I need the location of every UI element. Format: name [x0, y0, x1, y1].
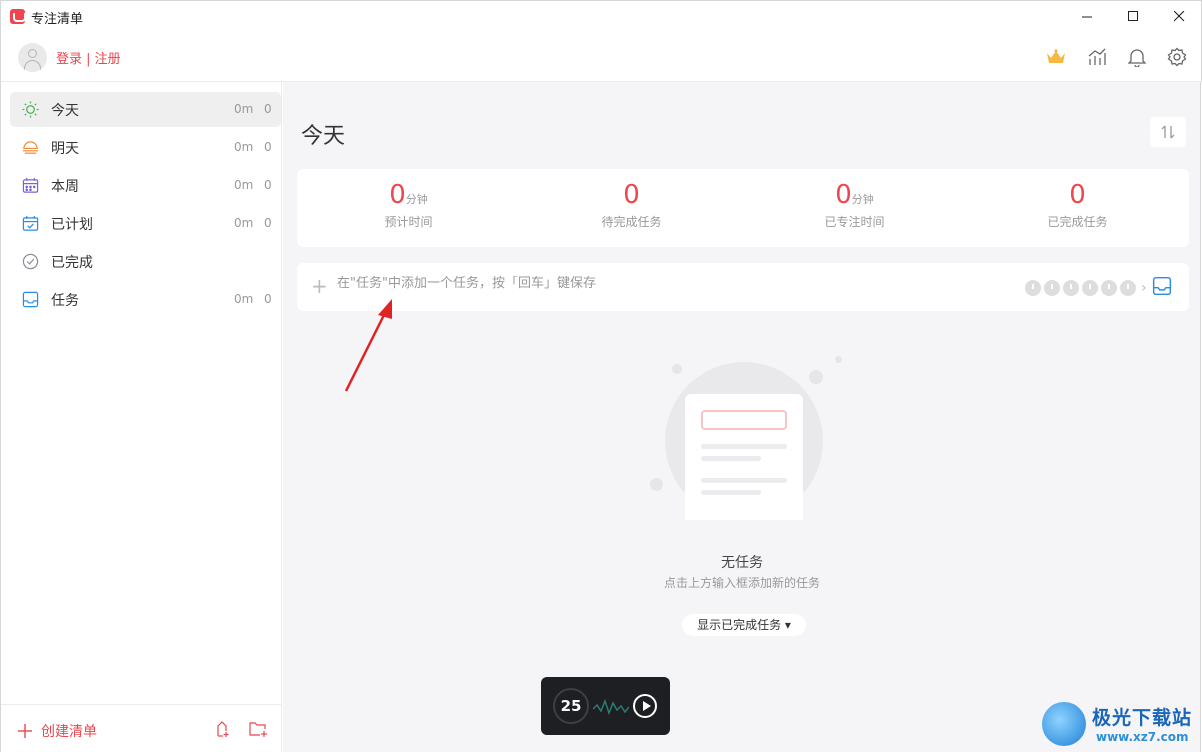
close-button[interactable]	[1156, 1, 1202, 32]
add-task-bar: + ›	[297, 263, 1189, 311]
pomodoro-icon[interactable]	[1082, 280, 1098, 296]
add-task-input[interactable]	[337, 276, 957, 291]
show-completed-button[interactable]: 显示已完成任务 ▾	[682, 614, 806, 636]
empty-subtitle: 点击上方输入框添加新的任务	[663, 576, 820, 590]
sidebar-item-tasks[interactable]: 任务 0m 0	[10, 282, 281, 317]
sidebar-item-label: 今天	[51, 103, 79, 119]
sort-button[interactable]	[1150, 117, 1186, 147]
list-select-button[interactable]	[1152, 276, 1174, 298]
add-folder-button[interactable]	[248, 720, 268, 742]
sun-icon	[22, 101, 39, 118]
sidebar-item-time: 0m	[234, 102, 254, 116]
plus-icon	[18, 724, 32, 738]
stat-pending-tasks: 0 待完成任务	[601, 180, 662, 229]
sidebar-item-count: 0	[264, 140, 272, 154]
title-bar: 专注清单	[0, 0, 1202, 31]
sunset-icon	[22, 141, 39, 154]
minimize-button[interactable]	[1064, 1, 1110, 32]
sidebar-item-label: 任务	[51, 293, 79, 309]
minimize-icon	[1081, 16, 1092, 18]
login-register-link[interactable]: 登录 | 注册	[56, 48, 121, 67]
sidebar-item-planned[interactable]: 已计划 0m 0	[10, 206, 281, 241]
close-icon	[1173, 11, 1184, 22]
app-header: 登录 | 注册	[0, 31, 1202, 82]
watermark-url: www.xz7.com	[1096, 730, 1189, 744]
pomodoro-icon[interactable]	[1063, 280, 1079, 296]
sidebar-item-count: 0	[264, 292, 272, 306]
sidebar-item-label: 明天	[51, 141, 79, 157]
stat-estimated-time: 0分钟 预计时间	[384, 180, 433, 229]
stats-panel: 0分钟 预计时间 0 待完成任务 0分钟 已专注时间 0 已完成任务	[297, 169, 1189, 247]
waveform-icon	[593, 698, 629, 716]
pomodoro-icon[interactable]	[1044, 280, 1060, 296]
sidebar-item-count: 0	[264, 102, 272, 116]
pomodoro-timer-widget[interactable]: 25	[541, 677, 670, 735]
app-logo-icon	[10, 9, 26, 24]
sidebar-item-tomorrow[interactable]: 明天 0m 0	[10, 130, 281, 165]
stat-focused-time: 0分钟 已专注时间	[824, 180, 885, 229]
crown-icon[interactable]	[1044, 45, 1068, 69]
sidebar-item-count: 0	[264, 178, 272, 192]
calendar-check-icon	[22, 215, 39, 231]
plus-icon: +	[311, 274, 328, 298]
sidebar-item-today[interactable]: 今天 0m 0	[10, 92, 281, 127]
decor-bubble	[672, 364, 682, 374]
add-tag-icon	[217, 721, 229, 737]
page-title: 今天	[301, 124, 346, 149]
add-tag-button[interactable]	[213, 720, 231, 742]
statistics-icon[interactable]	[1085, 45, 1109, 69]
sidebar-item-label: 已完成	[51, 255, 93, 271]
sidebar-item-time: 0m	[234, 140, 254, 154]
sidebar-item-time: 0m	[234, 178, 254, 192]
empty-title: 无任务	[721, 555, 763, 571]
pomodoro-icon[interactable]	[1101, 280, 1117, 296]
sidebar-item-time: 0m	[234, 292, 254, 306]
bell-icon[interactable]	[1125, 45, 1149, 69]
avatar[interactable]	[18, 43, 47, 72]
annotation-arrow-icon	[344, 299, 392, 392]
main-panel: 今天 0分钟 预计时间 0 待完成任务 0分钟 已专注时间 0 已完成任务 +	[283, 82, 1201, 752]
decor-bubble	[650, 478, 663, 491]
maximize-icon	[1127, 11, 1138, 21]
pomodoro-icon[interactable]	[1120, 280, 1136, 296]
app-title: 专注清单	[31, 12, 84, 27]
pomodoro-estimate[interactable]: ›	[1025, 280, 1147, 296]
sidebar-item-time: 0m	[234, 216, 254, 230]
watermark-name: 极光下载站	[1092, 707, 1193, 729]
inbox-icon	[22, 291, 39, 308]
calendar-week-icon	[22, 177, 39, 193]
decor-bubble	[835, 356, 842, 363]
watermark-logo-icon	[1042, 702, 1086, 746]
sidebar-item-this-week[interactable]: 本周 0m 0	[10, 168, 281, 203]
sidebar-item-label: 已计划	[51, 217, 93, 233]
settings-gear-icon[interactable]	[1165, 45, 1189, 69]
timer-minutes: 25	[553, 688, 589, 724]
inbox-icon	[1152, 276, 1172, 296]
decor-bubble	[809, 370, 823, 384]
check-circle-icon	[22, 253, 39, 270]
sidebar-item-label: 本周	[51, 179, 79, 195]
chevron-right-icon[interactable]: ›	[1141, 280, 1147, 296]
watermark: 极光下载站 www.xz7.com	[1040, 700, 1200, 750]
pomodoro-icon[interactable]	[1025, 280, 1041, 296]
sidebar-item-count: 0	[264, 216, 272, 230]
sidebar-item-completed[interactable]: 已完成	[10, 244, 281, 279]
add-folder-icon	[249, 722, 267, 737]
empty-document-icon	[685, 394, 803, 520]
sort-icon	[1161, 125, 1175, 139]
create-list-label: 创建清单	[41, 724, 97, 740]
play-icon[interactable]	[633, 694, 657, 718]
empty-state: 无任务 点击上方输入框添加新的任务 显示已完成任务 ▾	[283, 352, 1201, 652]
sidebar: 今天 0m 0 明天 0m 0 本周 0m 0 已计划 0m 0 已完成 任务 …	[0, 82, 282, 752]
stat-completed-tasks: 0 已完成任务	[1047, 180, 1108, 229]
sidebar-footer: 创建清单	[1, 704, 282, 752]
maximize-button[interactable]	[1110, 1, 1156, 32]
create-list-button[interactable]: 创建清单	[17, 721, 97, 741]
